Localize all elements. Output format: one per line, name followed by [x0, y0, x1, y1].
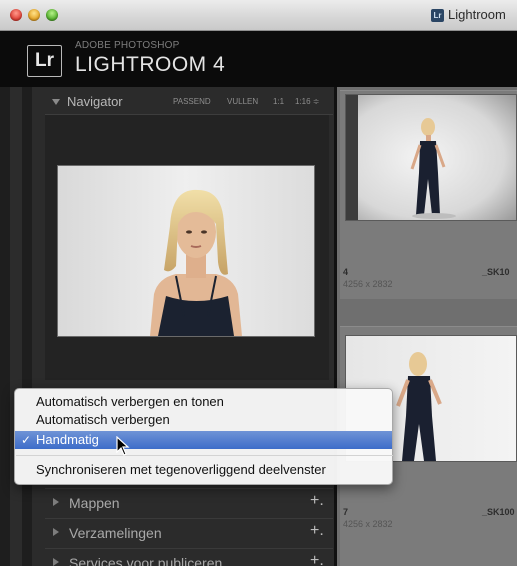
expand-triangle-icon	[53, 558, 59, 566]
minimize-window-button[interactable]	[28, 9, 40, 21]
lightroom-window: Lr Lightroom Lr ADOBE PHOTOSHOP LIGHTROO…	[0, 0, 517, 574]
zoom-fill-button[interactable]: VULLEN	[227, 97, 258, 106]
window-title: Lightroom	[448, 7, 506, 22]
menu-item-label: Automatisch verbergen	[36, 412, 170, 427]
photo-dimensions: 4256 x 2832	[343, 519, 393, 529]
photo-number: 4	[343, 267, 349, 277]
close-window-button[interactable]	[10, 9, 22, 21]
panel-verzamelingen[interactable]: Verzamelingen +.	[45, 518, 333, 547]
expand-triangle-icon	[53, 528, 59, 536]
zoom-window-button[interactable]	[46, 9, 58, 21]
panel-label: Mappen	[69, 495, 120, 511]
zoom-custom-select[interactable]: 1:16 ≑	[295, 97, 320, 106]
expand-triangle-icon	[53, 498, 59, 506]
menu-item-manual[interactable]: ✓ Handmatig	[15, 431, 392, 449]
panel-label: Verzamelingen	[69, 525, 162, 541]
menu-item-sync-opposite[interactable]: Synchroniseren met tegenoverliggend deel…	[15, 461, 392, 479]
torn-edge	[0, 566, 517, 574]
mouse-cursor-icon	[116, 436, 130, 456]
left-panel-edge[interactable]	[0, 87, 32, 574]
menu-item-auto-hide[interactable]: Automatisch verbergen	[15, 411, 392, 429]
lightroom-logo: Lr	[27, 45, 62, 77]
lightroom-app-icon: Lr	[431, 9, 444, 22]
photo-filename: _SK100	[482, 507, 515, 517]
photo-dimensions: 4256 x 2832	[343, 279, 393, 289]
portrait-photo	[58, 166, 314, 336]
checkmark-icon: ✓	[21, 433, 32, 447]
zoom-1to1-button[interactable]: 1:1	[273, 97, 284, 106]
menu-item-auto-hide-show[interactable]: Automatisch verbergen en tonen	[15, 393, 392, 411]
menu-item-label: Handmatig	[36, 432, 99, 447]
disclosure-triangle-icon	[52, 99, 60, 105]
window-titlebar: Lr Lightroom	[0, 0, 517, 31]
full-body-photo	[346, 95, 516, 220]
brand-subtitle: ADOBE PHOTOSHOP	[75, 40, 180, 51]
photo-filename: _SK10	[482, 267, 510, 277]
panel-visibility-menu: Automatisch verbergen en tonen Automatis…	[14, 388, 393, 485]
menu-item-label: Automatisch verbergen en tonen	[36, 394, 224, 409]
brand-title: LIGHTROOM 4	[75, 53, 226, 76]
photo-number: 7	[343, 507, 349, 517]
navigator-preview-image[interactable]	[57, 165, 315, 337]
grid-cell[interactable]: 4 4256 x 2832 _SK10	[340, 90, 517, 299]
zoom-fit-button[interactable]: PASSEND	[173, 97, 211, 106]
menu-divider	[16, 455, 393, 456]
navigator-title: Navigator	[67, 94, 123, 109]
menu-item-label: Synchroniseren met tegenoverliggend deel…	[36, 462, 326, 477]
panel-mappen[interactable]: Mappen +.	[45, 488, 333, 517]
thumbnail-image[interactable]	[345, 94, 517, 221]
add-icon[interactable]: +.	[310, 522, 324, 540]
navigator-header[interactable]: Navigator PASSEND VULLEN 1:1 1:16 ≑	[45, 92, 333, 114]
add-icon[interactable]: +.	[310, 492, 324, 510]
